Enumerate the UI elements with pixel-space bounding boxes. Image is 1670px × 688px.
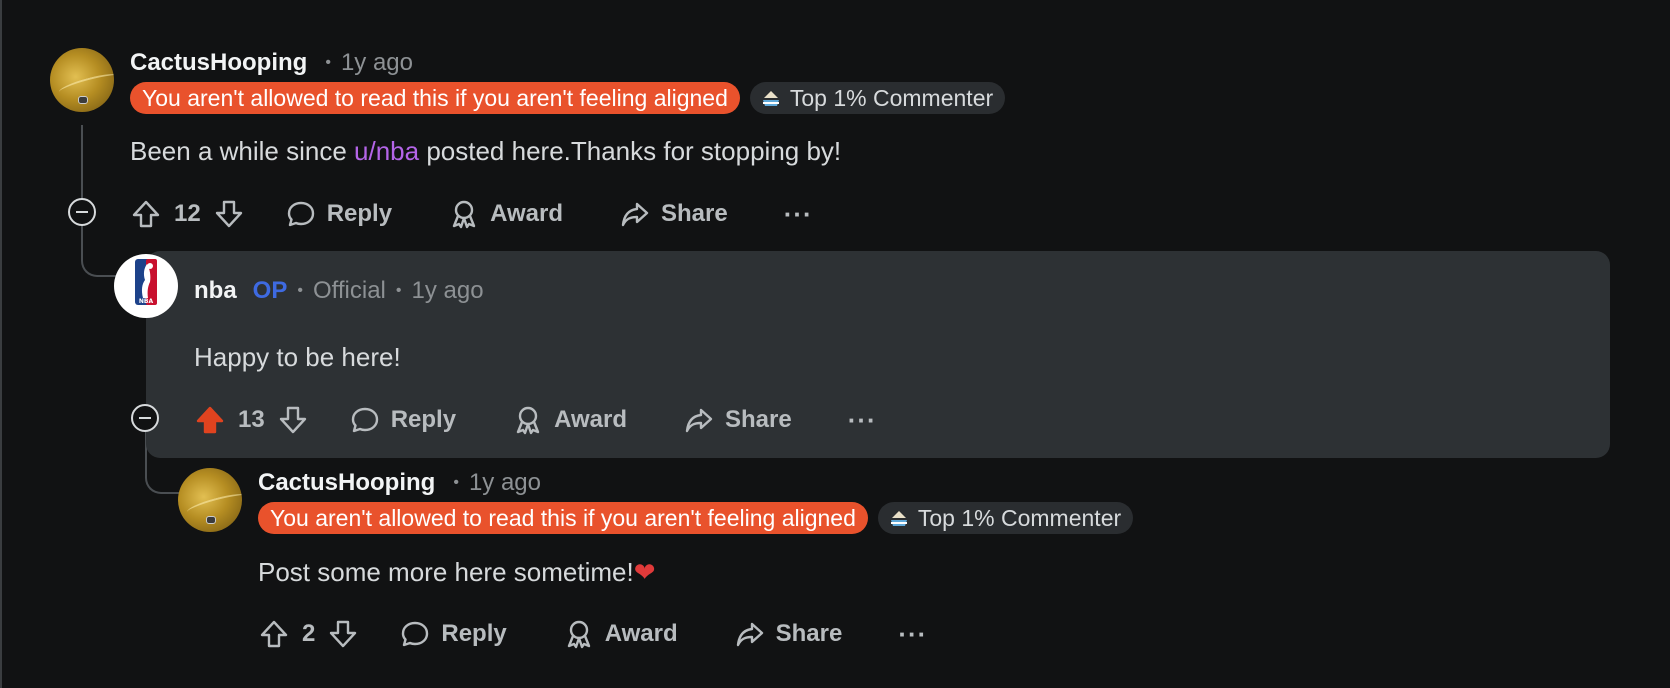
avatar[interactable]: NBA (114, 254, 178, 318)
avatar[interactable] (178, 468, 242, 532)
share-label: Share (660, 200, 728, 227)
comment-header: CactusHooping • 1y ago (258, 468, 541, 498)
downvote-icon[interactable] (327, 618, 359, 650)
award-icon (516, 406, 540, 435)
collapse-icon[interactable] (68, 198, 96, 226)
timestamp[interactable]: 1y ago (341, 49, 413, 77)
share-icon (736, 622, 763, 647)
reply-button[interactable]: Reply (285, 198, 392, 230)
body-text: Been a while since (130, 136, 355, 166)
more-options-button[interactable]: ··· (784, 199, 813, 230)
comment-body: Post some more here sometime!❤ (258, 557, 656, 588)
flair-row: You aren't allowed to read this if you a… (258, 502, 1134, 534)
separator: • (297, 282, 303, 299)
reply-bubble-icon (287, 201, 314, 227)
award-button[interactable]: Award (512, 404, 627, 436)
badge-label: Top 1% Commenter (789, 85, 994, 111)
comment-body: Happy to be here! (194, 342, 401, 372)
more-options-button[interactable]: ··· (848, 405, 877, 436)
top-commenter-badge[interactable]: Top 1% Commenter (749, 82, 1006, 114)
more-options-button[interactable]: ··· (898, 619, 927, 650)
downvote-icon[interactable] (213, 198, 245, 230)
avatar[interactable] (50, 48, 114, 112)
comment-body: Been a while since u/nba posted here.Tha… (130, 136, 841, 167)
reply-label: Reply (441, 620, 507, 647)
svg-text:NBA: NBA (139, 298, 154, 305)
vote-count: 2 (302, 620, 316, 647)
reply-button[interactable]: Reply (349, 404, 456, 436)
flair-row: You aren't allowed to read this if you a… (130, 82, 1006, 114)
vote-count: 13 (238, 406, 265, 433)
user-mention-link[interactable]: u/nba (354, 136, 419, 166)
timestamp[interactable]: 1y ago (412, 277, 484, 305)
share-icon (685, 408, 713, 433)
separator: • (395, 282, 402, 299)
reply-label: Reply (326, 200, 393, 227)
upvote-icon[interactable] (258, 618, 290, 650)
comment-thread: CactusHooping • 1y ago You aren't allowe… (0, 0, 1670, 688)
reply-label: Reply (390, 406, 457, 433)
heart-emoji: ❤ (633, 557, 656, 587)
share-button[interactable]: Share (683, 404, 792, 436)
user-flair: You aren't allowed to read this if you a… (130, 82, 740, 114)
upvote-icon[interactable] (194, 404, 226, 436)
comment-header: CactusHooping • 1y ago (130, 48, 413, 78)
top-commenter-badge[interactable]: Top 1% Commenter (877, 502, 1134, 534)
comment-header: nba OP • Official • 1y ago (194, 276, 484, 306)
user-flair: You aren't allowed to read this if you a… (258, 502, 868, 534)
action-bar: 13 Reply Award Share ··· (194, 402, 877, 438)
award-icon (452, 200, 476, 229)
badge-icon (890, 511, 907, 526)
reply-button[interactable]: Reply (399, 618, 507, 650)
award-label: Award (554, 406, 627, 433)
share-icon (621, 202, 649, 227)
username[interactable]: CactusHooping (130, 49, 307, 77)
action-bar: 12 Reply Award Share ··· (130, 196, 813, 232)
official-label: Official (312, 277, 386, 304)
share-button[interactable]: Share (734, 618, 843, 650)
username[interactable]: nba (194, 277, 237, 305)
award-label: Award (490, 200, 563, 227)
nba-logo-icon: NBA (135, 259, 157, 305)
separator: • (325, 54, 331, 71)
vote-count: 12 (174, 200, 201, 227)
badge-icon (762, 91, 779, 106)
username[interactable]: CactusHooping (258, 469, 435, 497)
timestamp[interactable]: 1y ago (469, 469, 541, 497)
award-icon (567, 620, 590, 649)
award-button[interactable]: Award (448, 198, 563, 230)
separator: • (453, 474, 459, 491)
reply-bubble-icon (351, 407, 378, 433)
collapse-icon[interactable] (131, 404, 159, 432)
body-text: Post some more here sometime! (258, 557, 634, 587)
award-button[interactable]: Award (563, 618, 678, 650)
share-button[interactable]: Share (619, 198, 728, 230)
share-label: Share (775, 620, 843, 647)
award-label: Award (604, 620, 678, 647)
action-bar: 2 Reply Award Share ··· (258, 616, 927, 652)
upvote-icon[interactable] (130, 198, 162, 230)
share-label: Share (724, 406, 792, 433)
op-badge: OP (252, 277, 288, 304)
downvote-icon[interactable] (277, 404, 309, 436)
badge-label: Top 1% Commenter (917, 505, 1122, 531)
reply-bubble-icon (402, 621, 429, 647)
body-text: posted here.Thanks for stopping by! (419, 136, 842, 166)
page-border (0, 0, 2, 688)
